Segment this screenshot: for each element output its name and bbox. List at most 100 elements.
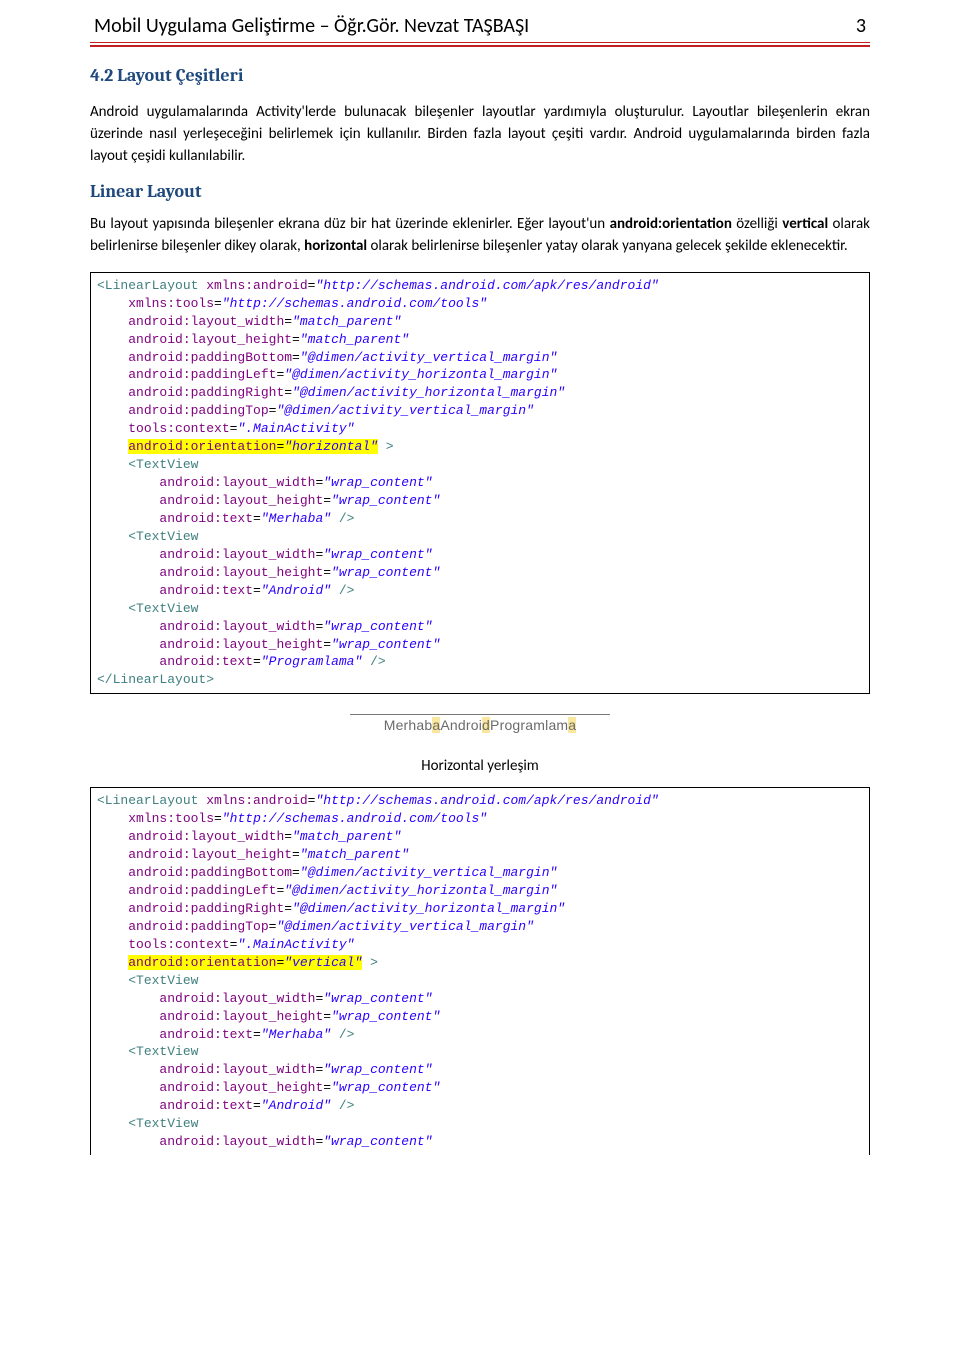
code-block-vertical: <LinearLayout xmlns:android="http://sche… — [90, 787, 870, 1155]
code: "Programlama" — [261, 654, 362, 669]
code: "@dimen/activity_vertical_margin" — [300, 865, 557, 880]
code: <TextView — [128, 529, 198, 544]
code: <TextView — [128, 1044, 198, 1059]
code: android:layout_height — [159, 1080, 323, 1095]
code: <TextView — [128, 973, 198, 988]
code: android:text — [159, 583, 253, 598]
code: "match_parent" — [292, 829, 401, 844]
code: "Merhaba" — [261, 511, 331, 526]
code: android:layout_width — [128, 829, 284, 844]
code: android:layout_width — [159, 619, 315, 634]
code: android:layout_width — [159, 1134, 315, 1149]
page: Mobil Uygulama Geliştirme – Öğr.Gör. Nev… — [0, 0, 960, 1205]
code: /> — [362, 654, 385, 669]
text: Androi — [440, 717, 482, 733]
code-block-horizontal: <LinearLayout xmlns:android="http://sche… — [90, 272, 870, 695]
code-highlight: "horizontal" — [284, 439, 378, 454]
code: /> — [331, 511, 354, 526]
code: android:paddingBottom — [128, 350, 292, 365]
code: "@dimen/activity_vertical_margin" — [300, 350, 557, 365]
code: "@dimen/activity_vertical_margin" — [276, 919, 533, 934]
code: "http://schemas.android.com/apk/res/andr… — [315, 793, 658, 808]
code: "@dimen/activity_horizontal_margin" — [284, 883, 557, 898]
code: "wrap_content" — [323, 1062, 432, 1077]
bold-term: android:orientation — [610, 215, 732, 233]
text: Bu layout yapısında bileşenler ekrana dü… — [90, 215, 610, 233]
text: özelliği — [732, 215, 782, 233]
code: /> — [331, 1027, 354, 1042]
code: xmlns:tools — [128, 811, 214, 826]
code: android:layout_height — [159, 637, 323, 652]
code-highlight: android:orientation — [128, 439, 276, 454]
code: "wrap_content" — [323, 619, 432, 634]
emulator-output: MerhabaAndroidProgramlama — [90, 717, 870, 733]
code: android:paddingRight — [128, 385, 284, 400]
code: <LinearLayout — [97, 278, 198, 293]
code: "Android" — [261, 583, 331, 598]
code: android:paddingTop — [128, 403, 268, 418]
code: <TextView — [128, 457, 198, 472]
code: /> — [331, 1098, 354, 1113]
code: android:paddingRight — [128, 901, 284, 916]
header-rule — [90, 42, 870, 47]
code: android:layout_width — [159, 475, 315, 490]
code: android:text — [159, 654, 253, 669]
code: android:paddingLeft — [128, 883, 276, 898]
code: > — [378, 439, 394, 454]
code: "wrap_content" — [331, 1080, 440, 1095]
code: android:layout_height — [159, 565, 323, 580]
code: /> — [331, 583, 354, 598]
code: android:paddingBottom — [128, 865, 292, 880]
code: "http://schemas.android.com/tools" — [222, 296, 487, 311]
text: Merhab — [384, 717, 433, 733]
section-heading: 4.2 Layout Çeşitleri — [90, 65, 870, 86]
code: xmlns:android — [206, 793, 307, 808]
header-title: Mobil Uygulama Geliştirme – Öğr.Gör. Nev… — [94, 14, 529, 38]
code: android:layout_width — [159, 991, 315, 1006]
code: android:text — [159, 1027, 253, 1042]
code: "@dimen/activity_vertical_margin" — [276, 403, 533, 418]
bold-term: vertical — [782, 215, 828, 233]
code: "wrap_content" — [331, 1009, 440, 1024]
figure-caption: Horizontal yerleşim — [90, 757, 870, 775]
code: android:layout_height — [159, 493, 323, 508]
code: </LinearLayout> — [97, 672, 214, 687]
code: android:layout_width — [159, 1062, 315, 1077]
code: "wrap_content" — [331, 493, 440, 508]
text: olarak belirlenirse bileşenler yatay ola… — [367, 237, 848, 255]
code: android:paddingTop — [128, 919, 268, 934]
code: > — [362, 955, 378, 970]
text: Programlam — [490, 717, 568, 733]
code: xmlns:tools — [128, 296, 214, 311]
code: "wrap_content" — [331, 565, 440, 580]
code: "wrap_content" — [323, 991, 432, 1006]
code: "Android" — [261, 1098, 331, 1113]
code: <LinearLayout — [97, 793, 198, 808]
code: "match_parent" — [300, 847, 409, 862]
code: "wrap_content" — [323, 1134, 432, 1149]
code: tools:context — [128, 421, 229, 436]
code-highlight: "vertical" — [284, 955, 362, 970]
bold-term: horizontal — [304, 237, 367, 255]
code: android:paddingLeft — [128, 367, 276, 382]
subheading-linear-layout: Linear Layout — [90, 181, 870, 202]
code: xmlns:android — [206, 278, 307, 293]
code: "@dimen/activity_horizontal_margin" — [292, 385, 565, 400]
code: android:layout_height — [128, 332, 292, 347]
code: android:layout_width — [159, 547, 315, 562]
paragraph-2: Bu layout yapısında bileşenler ekrana dü… — [90, 214, 870, 258]
code: android:layout_width — [128, 314, 284, 329]
code: android:layout_height — [159, 1009, 323, 1024]
code: android:layout_height — [128, 847, 292, 862]
highlight: d — [482, 717, 490, 733]
code-highlight: android:orientation — [128, 955, 276, 970]
code: "@dimen/activity_horizontal_margin" — [292, 901, 565, 916]
code: <TextView — [128, 601, 198, 616]
code: tools:context — [128, 937, 229, 952]
code: "@dimen/activity_horizontal_margin" — [284, 367, 557, 382]
code: ".MainActivity" — [237, 937, 354, 952]
code: "wrap_content" — [323, 475, 432, 490]
code: "http://schemas.android.com/apk/res/andr… — [315, 278, 658, 293]
code: "Merhaba" — [261, 1027, 331, 1042]
code: <TextView — [128, 1116, 198, 1131]
